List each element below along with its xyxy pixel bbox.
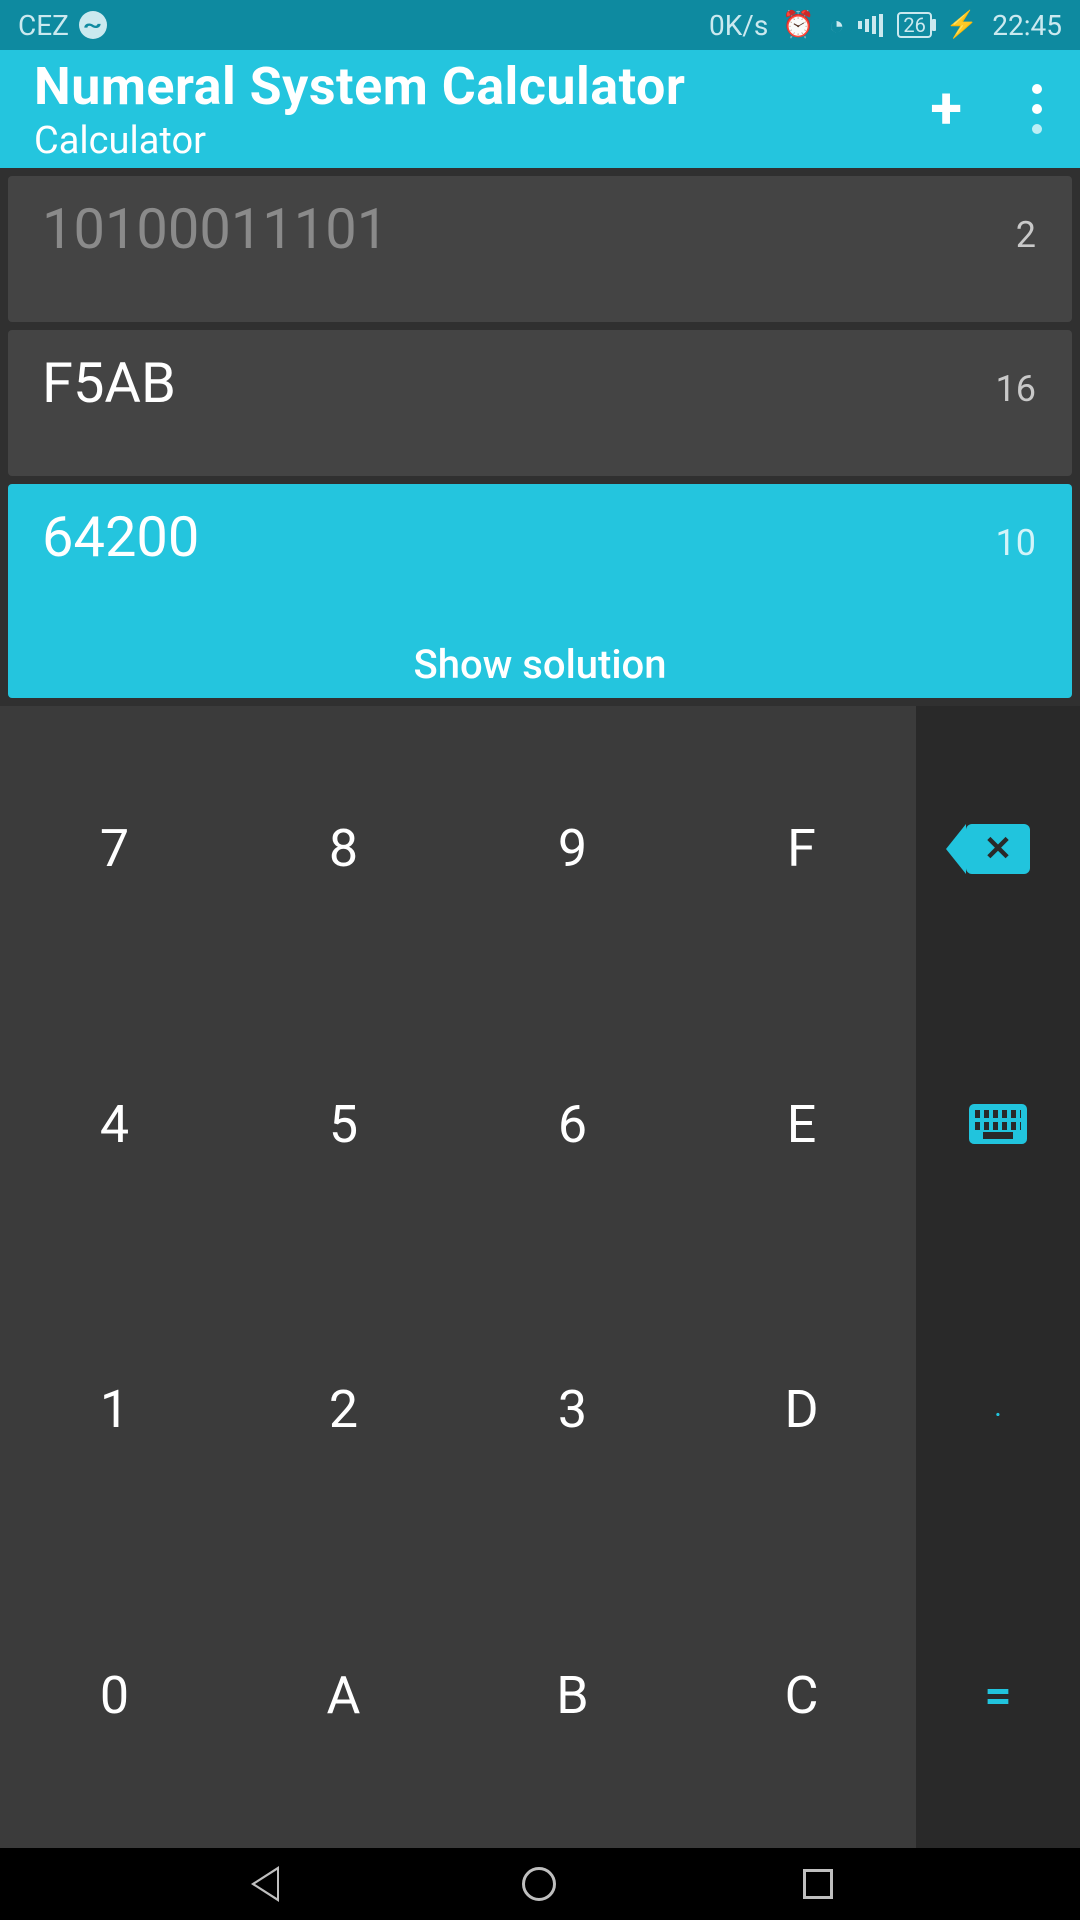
nav-back-button[interactable] [247,1866,275,1902]
key-9[interactable]: 9 [458,706,687,992]
messenger-icon [79,11,107,39]
equals-button[interactable]: = [916,1563,1080,1849]
app-subtitle: Calculator [34,119,685,163]
key-a[interactable]: A [229,1563,458,1849]
app-title: Numeral System Calculator [34,56,685,117]
keypad: 7 8 9 F 4 5 6 E 1 2 3 D 0 A B C ✕ . = [0,706,1080,1848]
key-8[interactable]: 8 [229,706,458,992]
backspace-icon: ✕ [966,824,1030,874]
card-base: 2 [1016,214,1042,256]
charging-icon: ⚡ [946,10,978,40]
card-base: 10 [996,522,1042,564]
card-value: 10100011101 [42,196,388,262]
base-card-binary[interactable]: 10100011101 2 [8,176,1072,322]
network-speed: 0K/s [709,9,768,42]
key-b[interactable]: B [458,1563,687,1849]
decimal-point-button[interactable]: . [916,1277,1080,1563]
nav-recent-button[interactable] [803,1869,833,1899]
card-base: 16 [996,368,1042,410]
key-7[interactable]: 7 [0,706,229,992]
keyboard-icon [969,1104,1027,1144]
key-e[interactable]: E [687,992,916,1278]
key-d[interactable]: D [687,1277,916,1563]
clock-label: 22:45 [992,9,1062,42]
key-c[interactable]: C [687,1563,916,1849]
key-5[interactable]: 5 [229,992,458,1278]
key-3[interactable]: 3 [458,1277,687,1563]
card-value: 64200 [42,504,199,570]
wifi-icon: ◔ [829,10,845,41]
backspace-button[interactable]: ✕ [916,706,1080,992]
app-bar: Numeral System Calculator Calculator + [0,50,1080,168]
key-1[interactable]: 1 [0,1277,229,1563]
key-4[interactable]: 4 [0,992,229,1278]
key-0[interactable]: 0 [0,1563,229,1849]
nav-home-button[interactable] [522,1867,556,1901]
system-nav-bar [0,1848,1080,1920]
more-menu-button[interactable] [1032,84,1042,134]
base-card-hex[interactable]: F5AB 16 [8,330,1072,476]
key-6[interactable]: 6 [458,992,687,1278]
add-button[interactable]: + [930,80,962,138]
signal-icon [858,14,883,37]
card-value: F5AB [42,350,176,416]
status-bar: CEZ 0K/s ⏰ ◔ 26 ⚡ 22:45 [0,0,1080,50]
base-card-decimal[interactable]: 64200 10 Show solution [8,484,1072,698]
keyboard-toggle-button[interactable] [916,992,1080,1278]
key-2[interactable]: 2 [229,1277,458,1563]
alarm-icon: ⏰ [782,10,814,40]
battery-icon: 26 [897,12,931,38]
show-solution-button[interactable]: Show solution [8,641,1072,688]
carrier-label: CEZ [18,9,69,42]
key-f[interactable]: F [687,706,916,992]
conversion-list: 10100011101 2 F5AB 16 64200 10 Show solu… [0,168,1080,706]
